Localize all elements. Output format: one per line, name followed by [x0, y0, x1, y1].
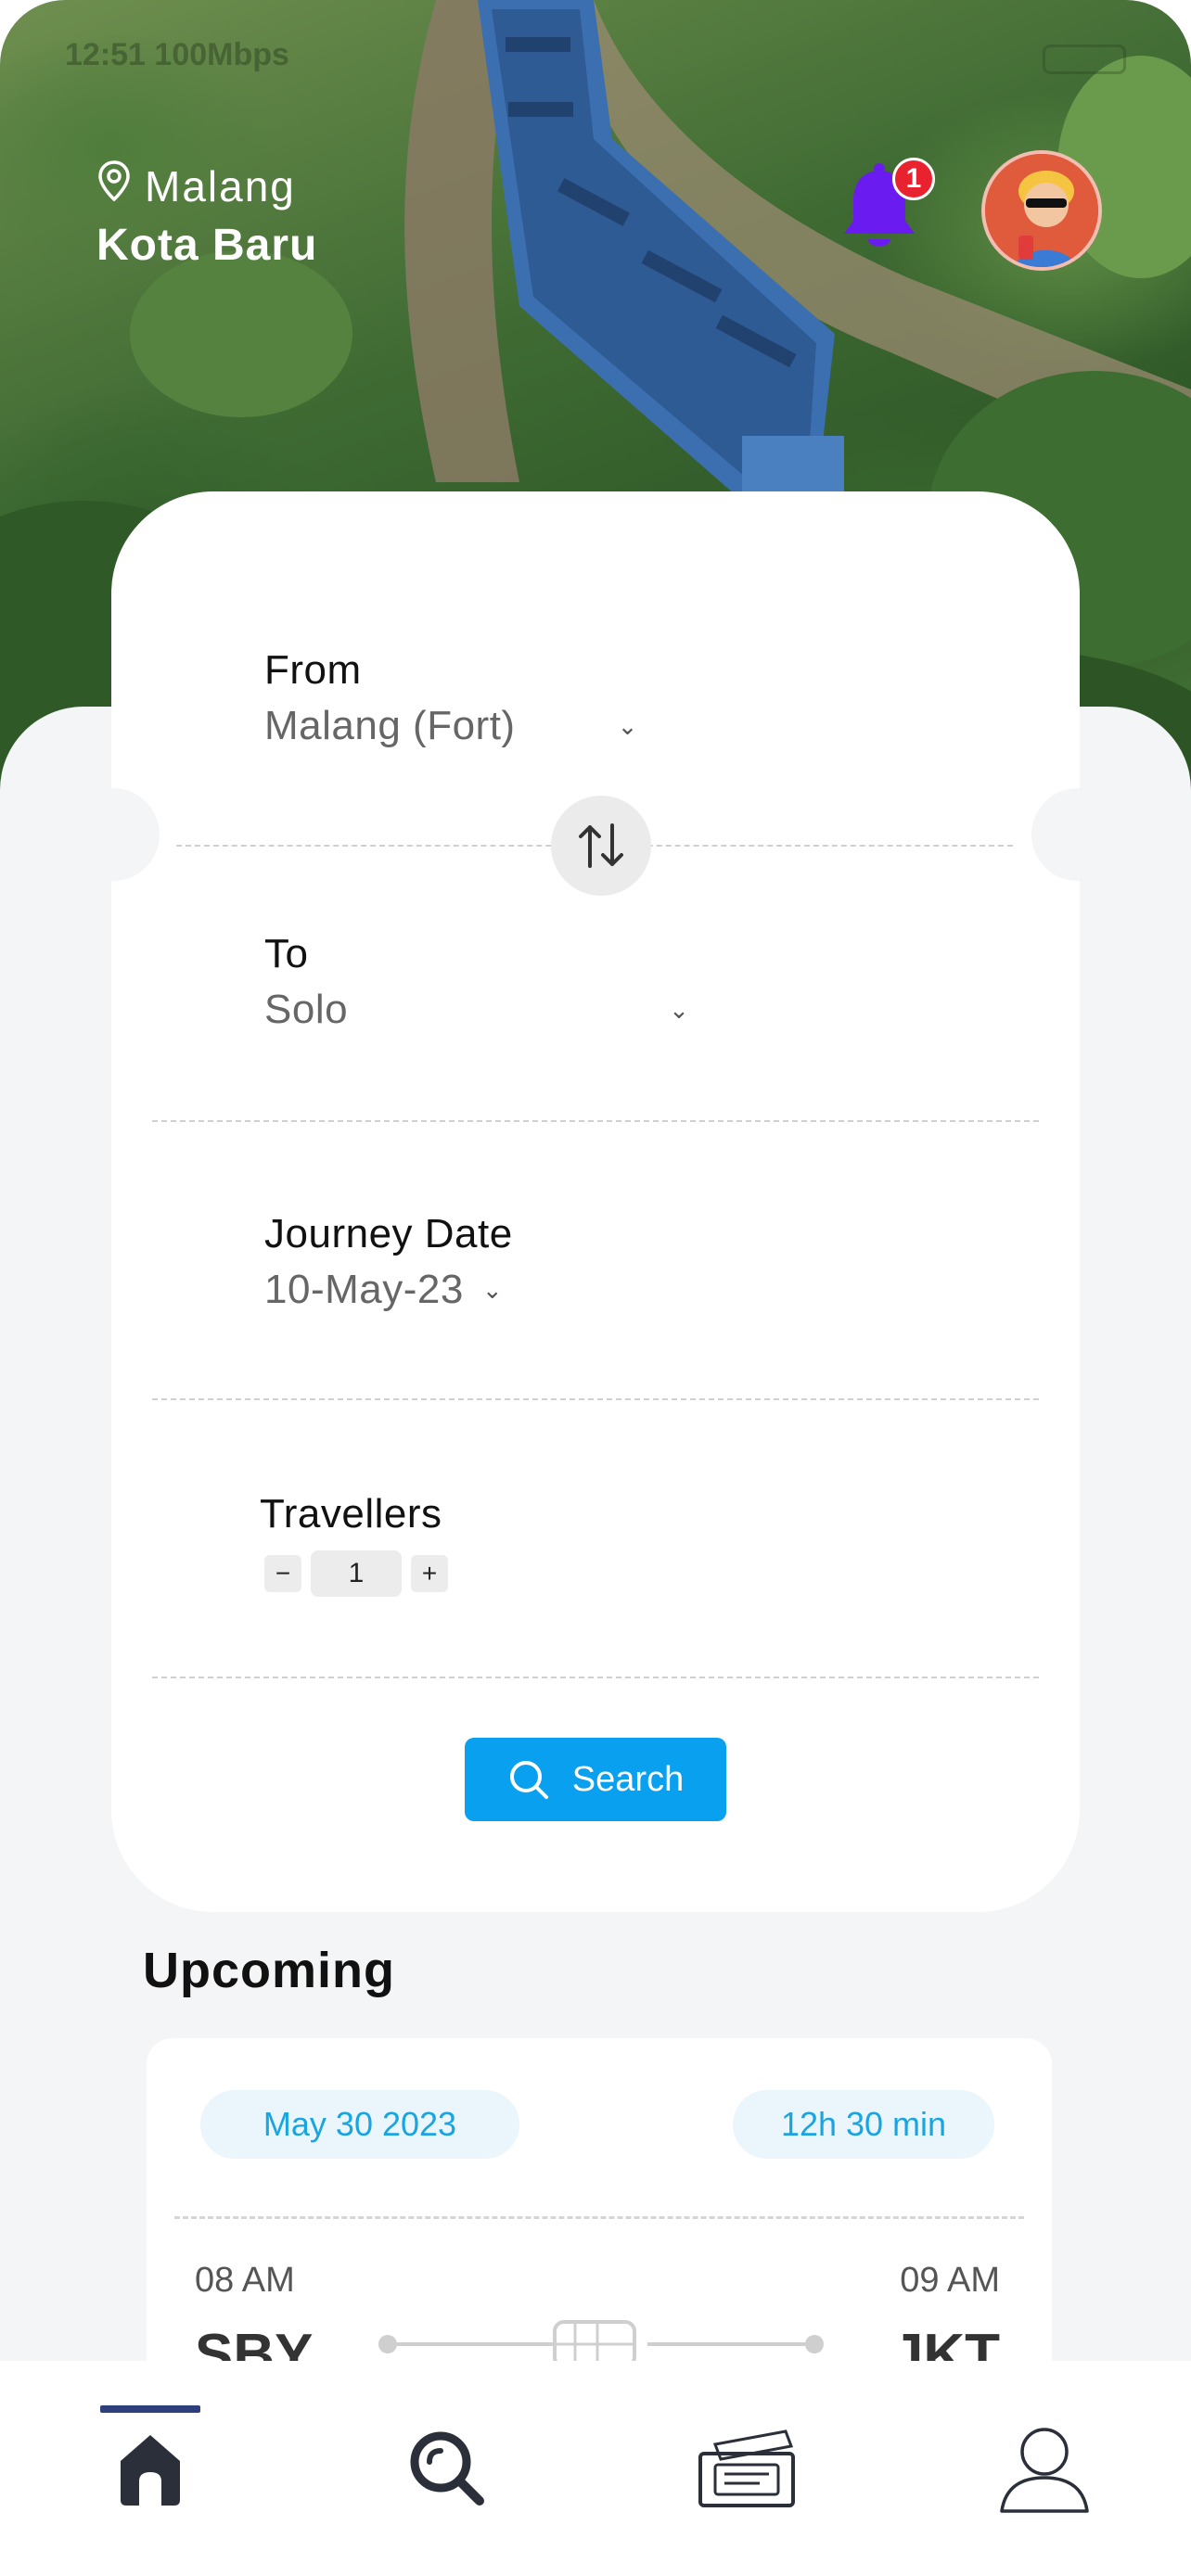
swap-stations-button[interactable] — [551, 796, 651, 896]
to-value: Solo — [264, 987, 349, 1032]
journey-date-label: Journey Date — [264, 1211, 513, 1256]
section-title-upcoming: Upcoming — [143, 1943, 395, 1998]
location-pin-icon — [96, 159, 132, 212]
from-select[interactable]: Malang (Fort) ⌄ — [264, 703, 638, 749]
chevron-down-icon: ⌄ — [669, 995, 690, 1024]
divider — [152, 1120, 1039, 1122]
increment-button[interactable]: + — [411, 1555, 448, 1592]
journey-date-value: 10-May-23 — [264, 1267, 464, 1312]
depart-time: 08 AM — [195, 2261, 295, 2300]
nav-home[interactable] — [58, 2361, 243, 2576]
battery-icon — [1043, 45, 1126, 74]
travellers-label: Travellers — [260, 1491, 442, 1537]
journey-date-select[interactable]: 10-May-23 ⌄ — [264, 1267, 503, 1313]
nav-search[interactable] — [354, 2361, 540, 2576]
travellers-count[interactable]: 1 — [311, 1550, 402, 1597]
arrive-time: 09 AM — [900, 2261, 1000, 2300]
travellers-stepper: − 1 + — [264, 1550, 448, 1597]
search-icon — [410, 2431, 484, 2506]
bottom-nav — [0, 2361, 1191, 2576]
profile-icon — [1000, 2428, 1089, 2513]
card-notch-left — [67, 788, 160, 881]
chevron-down-icon: ⌄ — [481, 1275, 504, 1304]
search-icon — [509, 1761, 548, 1799]
location-area: Kota Baru — [96, 221, 318, 270]
avatar[interactable] — [981, 150, 1102, 271]
to-label: To — [264, 931, 309, 976]
nav-tickets[interactable] — [653, 2361, 839, 2576]
home-screen: 12:51 100Mbps Malang Kota Baru 1 From Ma… — [0, 0, 1191, 2576]
location-city: Malang — [145, 161, 296, 210]
chevron-down-icon: ⌄ — [617, 711, 638, 740]
card-notch-right — [1031, 788, 1124, 881]
swap-icon — [579, 823, 623, 868]
to-select[interactable]: Solo ⌄ — [264, 987, 689, 1033]
decrement-button[interactable]: − — [264, 1555, 301, 1592]
divider — [152, 1677, 1039, 1678]
status-time: 12:51 100Mbps — [65, 37, 289, 72]
trip-duration-badge: 12h 30 min — [733, 2090, 994, 2159]
trip-date-badge: May 30 2023 — [200, 2090, 519, 2159]
ticket-icon — [698, 2429, 795, 2507]
location-block[interactable]: Malang Kota Baru — [96, 159, 317, 271]
divider — [174, 2216, 1024, 2219]
from-value: Malang (Fort) — [264, 703, 516, 748]
search-button-label: Search — [571, 1759, 685, 1799]
home-icon — [121, 2435, 180, 2506]
from-label: From — [264, 647, 362, 693]
train-icon — [553, 2320, 636, 2368]
divider — [152, 1398, 1039, 1400]
nav-profile[interactable] — [952, 2361, 1137, 2576]
notification-badge: 1 — [892, 158, 935, 200]
search-button[interactable]: Search — [465, 1738, 726, 1821]
